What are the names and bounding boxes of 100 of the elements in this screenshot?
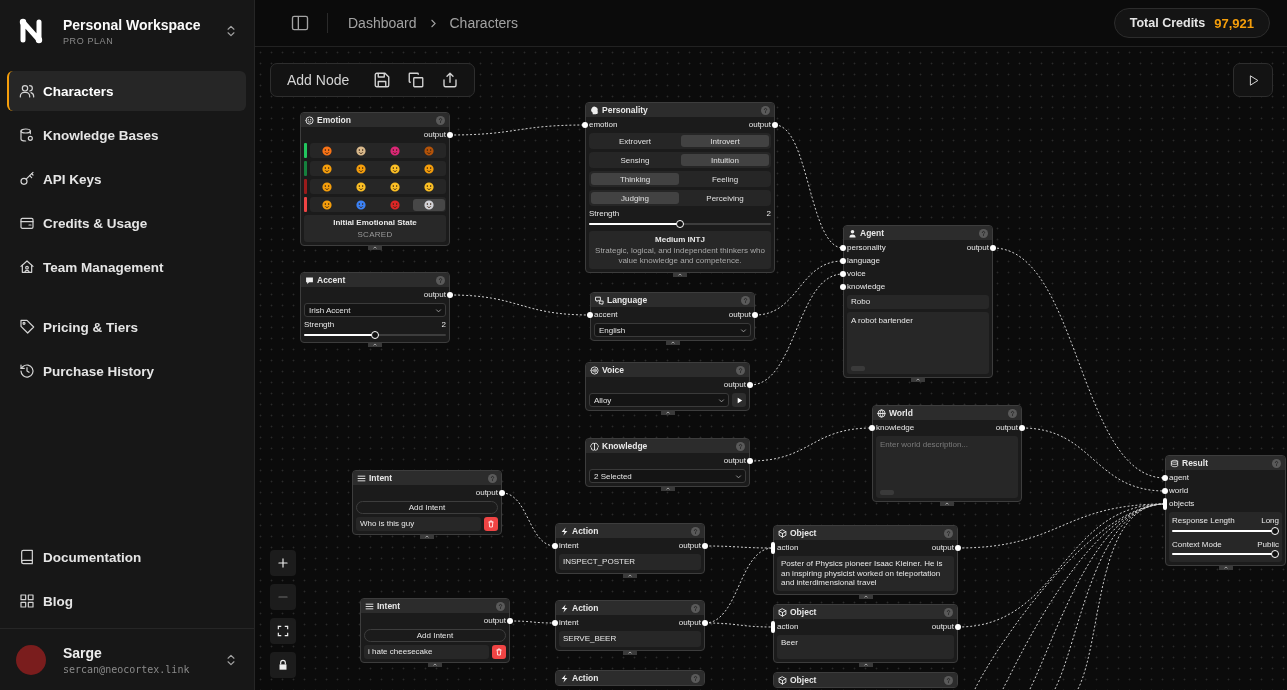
nav-item[interactable]: Team Management [7,247,246,287]
connection-handle[interactable] [840,271,846,277]
node-card[interactable]: Result agent world objects Response Length Long Context Mode Public [1165,455,1286,567]
nav-item[interactable]: Purchase History [7,351,246,391]
collapse-toggle[interactable] [1218,565,1233,571]
collapse-toggle[interactable] [911,377,925,382]
connection-handle[interactable] [702,620,708,626]
toggle-option[interactable]: Judging [591,192,679,204]
collapse-toggle[interactable] [368,341,382,347]
connection-handle[interactable] [955,545,961,551]
emotion-option[interactable] [412,198,445,211]
connection-handle[interactable] [747,458,753,464]
collapse-toggle[interactable] [420,534,434,539]
connection-handle[interactable] [869,425,875,431]
connection-handle[interactable] [752,312,758,318]
connection-handle[interactable] [507,618,513,624]
zoom-in-button[interactable] [270,550,296,576]
slider-track[interactable] [1172,526,1279,535]
collapse-toggle[interactable] [665,340,680,345]
intent-field[interactable]: i hate cheesecake [364,645,489,659]
connection-handle[interactable] [747,382,753,388]
toggle-option[interactable]: Extrovert [591,135,679,147]
sidebar-toggle-button[interactable] [290,13,310,33]
duplicate-button[interactable] [407,71,426,89]
connection-handle[interactable] [771,542,775,554]
connection-handle[interactable] [552,620,558,626]
intent-field[interactable]: Who is this guy [356,517,481,531]
slider-track[interactable] [1172,550,1279,559]
nav-item[interactable]: Documentation [7,537,246,577]
connection-handle[interactable] [1162,475,1168,481]
connection-handle[interactable] [990,245,996,251]
slider-track[interactable] [589,219,771,228]
action-field[interactable]: INSPECT_POSTER [559,554,701,570]
dropdown[interactable]: English [594,323,751,337]
save-button[interactable] [373,71,392,89]
connection-handle[interactable] [552,543,558,549]
toggle-option[interactable]: Thinking [591,173,679,185]
connection-handle[interactable] [1163,498,1167,510]
dropdown[interactable]: Irish Accent [304,303,446,317]
slider-thumb[interactable] [1271,526,1279,535]
nav-item[interactable]: Characters [7,71,246,111]
toggle-option[interactable]: Feeling [681,173,769,185]
share-button[interactable] [441,71,460,89]
collapse-toggle[interactable] [673,272,687,278]
toggle-option[interactable]: Sensing [591,154,679,166]
nav-item[interactable]: Credits & Usage [7,203,246,243]
collapse-toggle[interactable] [368,245,382,251]
slider-thumb[interactable] [371,330,379,339]
name-field[interactable]: Robo [847,295,989,309]
node-card[interactable]: Object [773,672,958,688]
node-card[interactable]: Action [555,670,705,686]
add-node-button[interactable]: Add Node [287,72,350,88]
collapse-toggle[interactable] [660,486,675,491]
object-description-field[interactable]: Poster of Physics pioneer Isaac Kleiner. He is an inspiring physicist worked on teleportation and interdimensional travel [777,556,954,591]
connection-handle[interactable] [772,122,778,128]
connection-handle[interactable] [447,132,453,138]
collapse-toggle[interactable] [428,662,442,667]
description-field[interactable]: Enter world description... [876,436,1018,498]
slider-thumb[interactable] [676,219,684,228]
nav-item[interactable]: API Keys [7,159,246,199]
toggle-option[interactable]: Intuition [681,154,769,166]
description-field[interactable]: A robot bartender [847,312,989,374]
nav-item[interactable]: Pricing & Tiers [7,307,246,347]
connection-handle[interactable] [955,624,961,630]
connection-handle[interactable] [447,292,453,298]
action-field[interactable]: SERVE_BEER [559,631,701,647]
slider-thumb[interactable] [1271,550,1279,559]
connection-handle[interactable] [840,258,846,264]
toggle-option[interactable]: Introvert [681,135,769,147]
node-card[interactable]: Emotion output Initial Emotional State SCARED [300,112,450,247]
connection-handle[interactable] [840,245,846,251]
collapse-toggle[interactable] [858,662,873,667]
dropdown[interactable]: 2 Selected [589,469,746,483]
connection-handle[interactable] [587,312,593,318]
slider-track[interactable] [304,330,446,339]
play-button[interactable] [732,393,746,407]
connection-handle[interactable] [771,621,775,633]
connection-handle[interactable] [1019,425,1025,431]
lock-button[interactable] [270,652,296,678]
run-button[interactable] [1233,63,1273,97]
delete-button[interactable] [492,645,506,659]
collapse-toggle[interactable] [940,501,954,506]
toggle-option[interactable]: Perceiving [681,192,769,204]
collapse-toggle[interactable] [623,650,637,655]
collapse-toggle[interactable] [623,573,637,578]
dropdown[interactable]: Alloy [589,393,729,407]
connection-handle[interactable] [582,122,588,128]
node-card[interactable] [585,102,775,274]
nav-item[interactable]: Blog [7,581,246,621]
object-description-field[interactable]: Beer [777,635,954,659]
breadcrumb-link[interactable]: Dashboard [348,15,417,31]
delete-button[interactable] [484,517,498,531]
fit-view-button[interactable] [270,618,296,644]
connection-handle[interactable] [702,543,708,549]
connection-handle[interactable] [1162,488,1168,494]
nav-item[interactable]: Knowledge Bases [7,115,246,155]
collapse-toggle[interactable] [660,410,675,415]
connection-handle[interactable] [840,284,846,290]
collapse-toggle[interactable] [858,593,873,599]
connection-handle[interactable] [499,490,505,496]
